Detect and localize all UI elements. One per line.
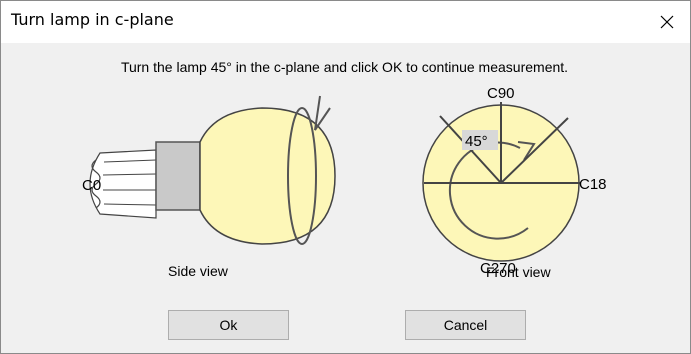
top-plane-label: C90 <box>487 85 515 102</box>
side-view-lamp: C0 <box>82 95 336 245</box>
side-plane-label: C0 <box>82 177 101 194</box>
right-plane-label: C18 <box>579 176 607 193</box>
side-view-caption: Side view <box>168 263 228 279</box>
front-view-lamp: 45° C90 C18 C270 <box>422 85 607 277</box>
lamp-socket <box>155 141 201 211</box>
ok-button[interactable]: Ok <box>168 310 289 340</box>
angle-label: 45° <box>465 133 488 150</box>
front-view-caption: Front view <box>486 264 551 280</box>
cancel-button[interactable]: Cancel <box>405 310 526 340</box>
illustration: C0 45° C90 C18 C270 <box>82 85 607 277</box>
